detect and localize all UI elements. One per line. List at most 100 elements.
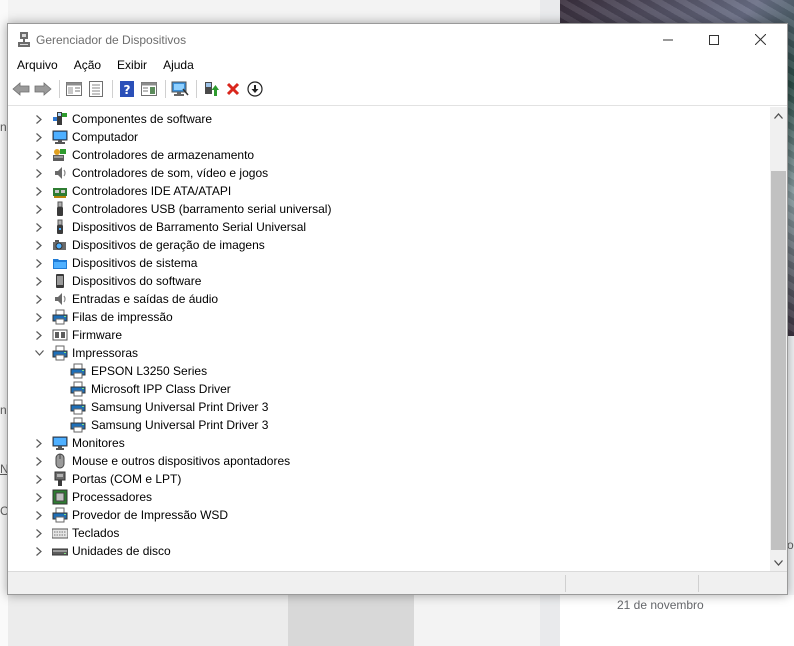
chevron-right-icon[interactable] xyxy=(34,128,44,146)
action-pane-button[interactable] xyxy=(139,79,159,99)
monitor-scan-icon xyxy=(171,81,189,96)
chevron-right-icon[interactable] xyxy=(34,110,44,128)
tree-category-label: Processadores xyxy=(72,490,153,504)
chevron-right-icon[interactable] xyxy=(34,434,44,452)
menu-arquivo[interactable]: Arquivo xyxy=(14,55,65,75)
toolbar-separator xyxy=(196,80,197,98)
chevron-right-icon[interactable] xyxy=(34,506,44,524)
tree-category[interactable]: Processadores xyxy=(8,488,768,506)
chevron-right-icon[interactable] xyxy=(34,452,44,470)
printer-icon xyxy=(70,363,86,379)
tree-category-label: Provedor de Impressão WSD xyxy=(72,508,229,522)
tree-category[interactable]: Controladores USB (barramento serial uni… xyxy=(8,200,768,218)
menu-exibir[interactable]: Exibir xyxy=(114,55,154,75)
tree-category[interactable]: Controladores IDE ATA/ATAPI xyxy=(8,182,768,200)
keyboard-icon xyxy=(52,528,68,539)
scroll-up-button[interactable] xyxy=(770,107,787,124)
mouse-icon xyxy=(55,453,65,469)
phone-icon xyxy=(56,274,64,288)
uninstall-icon xyxy=(226,82,240,96)
printer-icon xyxy=(52,345,68,361)
maximize-button[interactable] xyxy=(691,24,737,55)
chevron-right-icon[interactable] xyxy=(34,182,44,200)
printer-icon xyxy=(70,399,86,415)
menu-bar: Arquivo Ação Exibir Ajuda xyxy=(8,55,787,75)
chevron-right-icon[interactable] xyxy=(34,200,44,218)
printer-icon xyxy=(52,507,68,523)
list-view-button[interactable] xyxy=(86,79,106,99)
tree-category[interactable]: Mouse e outros dispositivos apontadores xyxy=(8,452,768,470)
chevron-right-icon[interactable] xyxy=(34,542,44,560)
tree-category[interactable]: Impressoras xyxy=(8,344,768,362)
svg-text:?: ? xyxy=(124,83,131,97)
scan-hardware-button[interactable] xyxy=(170,79,190,99)
forward-button[interactable] xyxy=(33,79,53,99)
tree-device[interactable]: Microsoft IPP Class Driver xyxy=(8,380,768,398)
menu-acao[interactable]: Ação xyxy=(71,55,108,75)
tree-category[interactable]: Entradas e saídas de áudio xyxy=(8,290,768,308)
tree-category[interactable]: Provedor de Impressão WSD xyxy=(8,506,768,524)
tree-device[interactable]: Samsung Universal Print Driver 3 xyxy=(8,416,768,434)
back-button[interactable] xyxy=(11,79,31,99)
tree-category[interactable]: Firmware xyxy=(8,326,768,344)
tree-category[interactable]: Filas de impressão xyxy=(8,308,768,326)
properties-view-icon xyxy=(66,82,82,96)
tree-category-label: Firmware xyxy=(72,328,122,342)
tree-category[interactable]: Controladores de armazenamento xyxy=(8,146,768,164)
tree-category-label: Mouse e outros dispositivos apontadores xyxy=(72,454,291,468)
forward-icon xyxy=(34,82,52,96)
download-icon xyxy=(247,81,263,97)
tree-category-label: Impressoras xyxy=(72,346,139,360)
scrollbar-thumb[interactable] xyxy=(771,171,786,550)
chevron-right-icon[interactable] xyxy=(34,308,44,326)
chevron-right-icon[interactable] xyxy=(34,524,44,542)
tree-device-label: EPSON L3250 Series xyxy=(91,364,208,378)
chevron-right-icon[interactable] xyxy=(34,146,44,164)
scroll-down-button[interactable] xyxy=(770,554,787,571)
chevron-right-icon[interactable] xyxy=(34,470,44,488)
tree-category[interactable]: Teclados xyxy=(8,524,768,542)
chevron-right-icon[interactable] xyxy=(34,236,44,254)
back-icon xyxy=(12,82,30,96)
tree-category[interactable]: Portas (COM e LPT) xyxy=(8,470,768,488)
tree-category[interactable]: Monitores xyxy=(8,434,768,452)
update-driver-icon xyxy=(205,82,219,96)
monitor-icon xyxy=(52,436,68,450)
tree-device[interactable]: EPSON L3250 Series xyxy=(8,362,768,380)
tree-category[interactable]: Dispositivos de geração de imagens xyxy=(8,236,768,254)
toolbar-separator xyxy=(59,80,60,98)
background-text-fragment: n xyxy=(0,403,7,417)
tree-category[interactable]: Dispositivos de Barramento Serial Univer… xyxy=(8,218,768,236)
download-button[interactable] xyxy=(245,79,265,99)
tree-category[interactable]: Componentes de software xyxy=(8,110,768,128)
chevron-right-icon[interactable] xyxy=(34,326,44,344)
chevron-right-icon[interactable] xyxy=(34,164,44,182)
update-driver-button[interactable] xyxy=(201,79,221,99)
properties-view-button[interactable] xyxy=(64,79,84,99)
chevron-right-icon[interactable] xyxy=(34,488,44,506)
minimize-button[interactable] xyxy=(645,24,691,55)
close-icon xyxy=(754,34,766,45)
storage-controller-icon xyxy=(53,149,66,161)
title-bar[interactable]: Gerenciador de Dispositivos xyxy=(8,24,787,55)
background-date: 21 de novembro xyxy=(617,598,704,612)
chevron-down-icon[interactable] xyxy=(34,344,44,362)
chevron-right-icon[interactable] xyxy=(34,290,44,308)
tree-category[interactable]: Controladores de som, vídeo e jogos xyxy=(8,164,768,182)
chevron-right-icon[interactable] xyxy=(34,272,44,290)
usb-device-icon xyxy=(57,219,63,234)
tree-category[interactable]: Dispositivos de sistema xyxy=(8,254,768,272)
tree-category[interactable]: Dispositivos do software xyxy=(8,272,768,290)
help-button[interactable]: ? xyxy=(117,79,137,99)
tree-category[interactable]: Computador xyxy=(8,128,768,146)
chevron-right-icon[interactable] xyxy=(34,254,44,272)
device-tree[interactable]: Componentes de software Computador Control… xyxy=(8,107,772,567)
uninstall-button[interactable] xyxy=(223,79,243,99)
menu-ajuda[interactable]: Ajuda xyxy=(160,55,201,75)
vertical-scrollbar[interactable] xyxy=(770,107,787,571)
computer-icon xyxy=(52,130,68,144)
tree-category[interactable]: Unidades de disco xyxy=(8,542,768,560)
chevron-right-icon[interactable] xyxy=(34,218,44,236)
close-button[interactable] xyxy=(737,24,783,55)
tree-device[interactable]: Samsung Universal Print Driver 3 xyxy=(8,398,768,416)
